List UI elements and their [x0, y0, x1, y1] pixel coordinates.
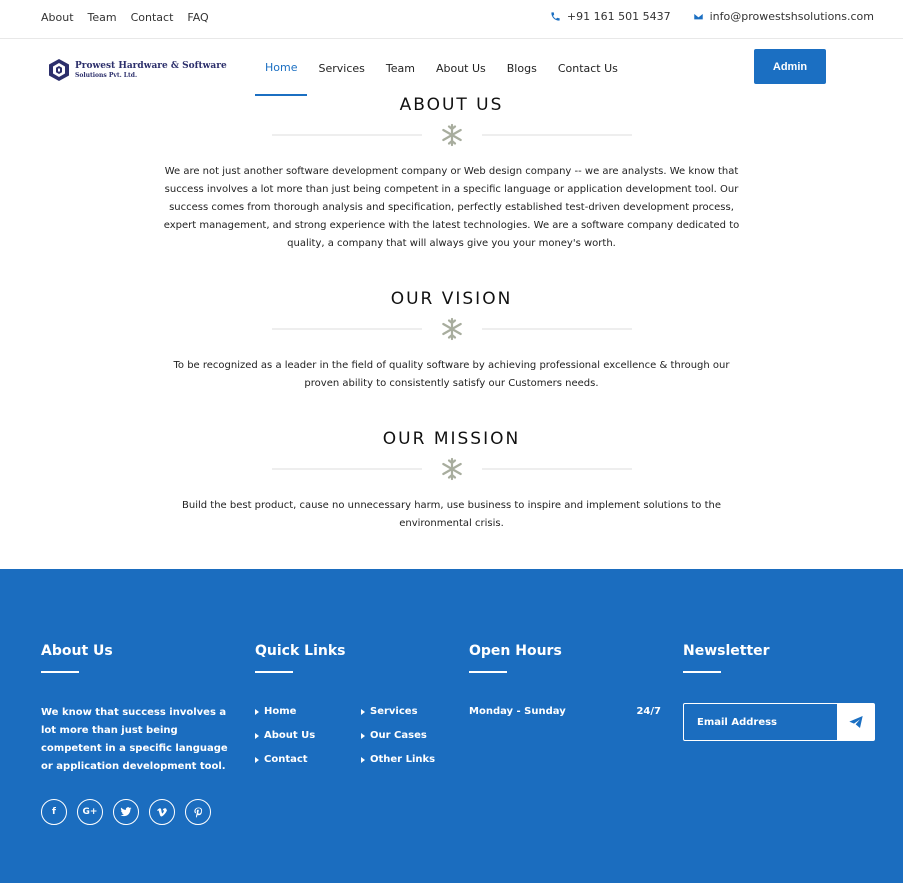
caret-right-icon	[255, 732, 259, 739]
section-divider	[271, 317, 632, 341]
main-navbar: Prowest Hardware & Software Solutions Pv…	[0, 40, 903, 96]
contact-info: +91 161 501 5437 info@prowestshsolutions…	[550, 10, 874, 23]
section-text: We are not just another software develop…	[163, 166, 740, 249]
section-title: OUR MISSION	[382, 429, 521, 449]
brand-logo[interactable]: Prowest Hardware & Software Solutions Pv…	[47, 58, 227, 82]
nav-item-home[interactable]: Home	[255, 40, 308, 96]
heading-underline	[255, 671, 293, 673]
caret-right-icon	[255, 708, 259, 715]
footer-link-contact[interactable]: Contact	[255, 754, 361, 765]
mission-section: OUR MISSION Build the best product, caus…	[0, 429, 903, 533]
vimeo-icon[interactable]	[149, 799, 175, 825]
caret-right-icon	[361, 732, 365, 739]
link-label: Other Links	[370, 754, 436, 765]
footer-about-text: We know that success involves a lot more…	[41, 707, 228, 772]
logo-hexagon-icon	[49, 59, 69, 81]
top-link-contact[interactable]: Contact	[131, 11, 174, 24]
caret-right-icon	[255, 756, 259, 763]
footer-link-home[interactable]: Home	[255, 706, 361, 717]
hours-days: Monday - Sunday	[469, 706, 566, 717]
section-title: ABOUT US	[399, 95, 504, 115]
main-nav: Home Services Team About Us Blogs Contac…	[255, 40, 629, 96]
section-text: Build the best product, cause no unneces…	[182, 500, 721, 529]
top-link-faq[interactable]: FAQ	[187, 11, 208, 24]
footer: About Us We know that success involves a…	[0, 569, 903, 883]
nav-item-team[interactable]: Team	[376, 40, 425, 96]
snowflake-icon	[441, 123, 462, 147]
paper-plane-icon	[848, 716, 863, 728]
heading-underline	[683, 671, 721, 673]
nav-item-contact-us[interactable]: Contact Us	[548, 40, 628, 96]
snowflake-icon	[441, 317, 462, 341]
footer-link-about-us[interactable]: About Us	[255, 730, 361, 741]
nav-item-services[interactable]: Services	[308, 40, 374, 96]
heading-underline	[41, 671, 79, 673]
about-section: ABOUT US We are not just another softwar…	[0, 95, 903, 253]
top-bar: About Team Contact FAQ +91 161 501 5437 …	[0, 0, 903, 39]
brand-name: Prowest Hardware & Software	[75, 60, 227, 71]
phone-icon	[551, 12, 560, 21]
link-label: About Us	[264, 730, 316, 741]
top-link-about[interactable]: About	[41, 11, 74, 24]
footer-about: About Us We know that success involves a…	[41, 643, 236, 825]
footer-heading: Quick Links	[255, 643, 346, 659]
hours-time: 24/7	[636, 706, 661, 717]
hours-row: Monday - Sunday 24/7	[469, 706, 661, 717]
envelope-icon	[693, 12, 704, 21]
section-divider	[271, 123, 632, 147]
footer-heading: About Us	[41, 643, 113, 659]
newsletter-submit-button[interactable]	[837, 704, 874, 740]
heading-underline	[469, 671, 507, 673]
footer-link-services[interactable]: Services	[361, 706, 461, 717]
newsletter-email-input[interactable]	[684, 704, 837, 740]
vision-section: OUR VISION To be recognized as a leader …	[0, 289, 903, 393]
footer-quick-links: Quick Links Home Services About Us Our C…	[255, 643, 461, 765]
brand-sub: Solutions Pvt. Ltd.	[75, 71, 138, 79]
footer-heading: Newsletter	[683, 643, 770, 659]
link-label: Services	[370, 706, 418, 717]
top-links: About Team Contact FAQ	[41, 11, 209, 24]
footer-open-hours: Open Hours Monday - Sunday 24/7	[469, 643, 661, 717]
social-links: f G+	[41, 799, 236, 825]
newsletter-form	[683, 703, 875, 741]
footer-link-other-links[interactable]: Other Links	[361, 754, 461, 765]
phone-contact[interactable]: +91 161 501 5437	[550, 10, 671, 23]
section-text: To be recognized as a leader in the fiel…	[173, 360, 730, 389]
top-link-team[interactable]: Team	[88, 11, 117, 24]
email-address: info@prowestshsolutions.com	[709, 10, 874, 23]
nav-item-about-us[interactable]: About Us	[426, 40, 496, 96]
footer-newsletter: Newsletter	[683, 643, 875, 741]
snowflake-icon	[441, 457, 462, 481]
caret-right-icon	[361, 708, 365, 715]
link-label: Our Cases	[370, 730, 427, 741]
quick-links-list: Home Services About Us Our Cases Contact…	[255, 706, 461, 765]
nav-item-blogs[interactable]: Blogs	[497, 40, 547, 96]
twitter-icon[interactable]	[113, 799, 139, 825]
facebook-icon[interactable]: f	[41, 799, 67, 825]
section-divider	[271, 457, 632, 481]
phone-number: +91 161 501 5437	[566, 10, 671, 23]
admin-button[interactable]: Admin	[754, 49, 826, 84]
section-title: OUR VISION	[390, 289, 513, 309]
caret-right-icon	[361, 756, 365, 763]
link-label: Home	[264, 706, 297, 717]
pinterest-icon[interactable]	[185, 799, 211, 825]
logo-text: Prowest Hardware & Software Solutions Pv…	[75, 60, 227, 79]
google-plus-icon[interactable]: G+	[77, 799, 103, 825]
footer-link-our-cases[interactable]: Our Cases	[361, 730, 461, 741]
link-label: Contact	[264, 754, 308, 765]
email-contact[interactable]: info@prowestshsolutions.com	[693, 10, 874, 23]
footer-heading: Open Hours	[469, 643, 562, 659]
